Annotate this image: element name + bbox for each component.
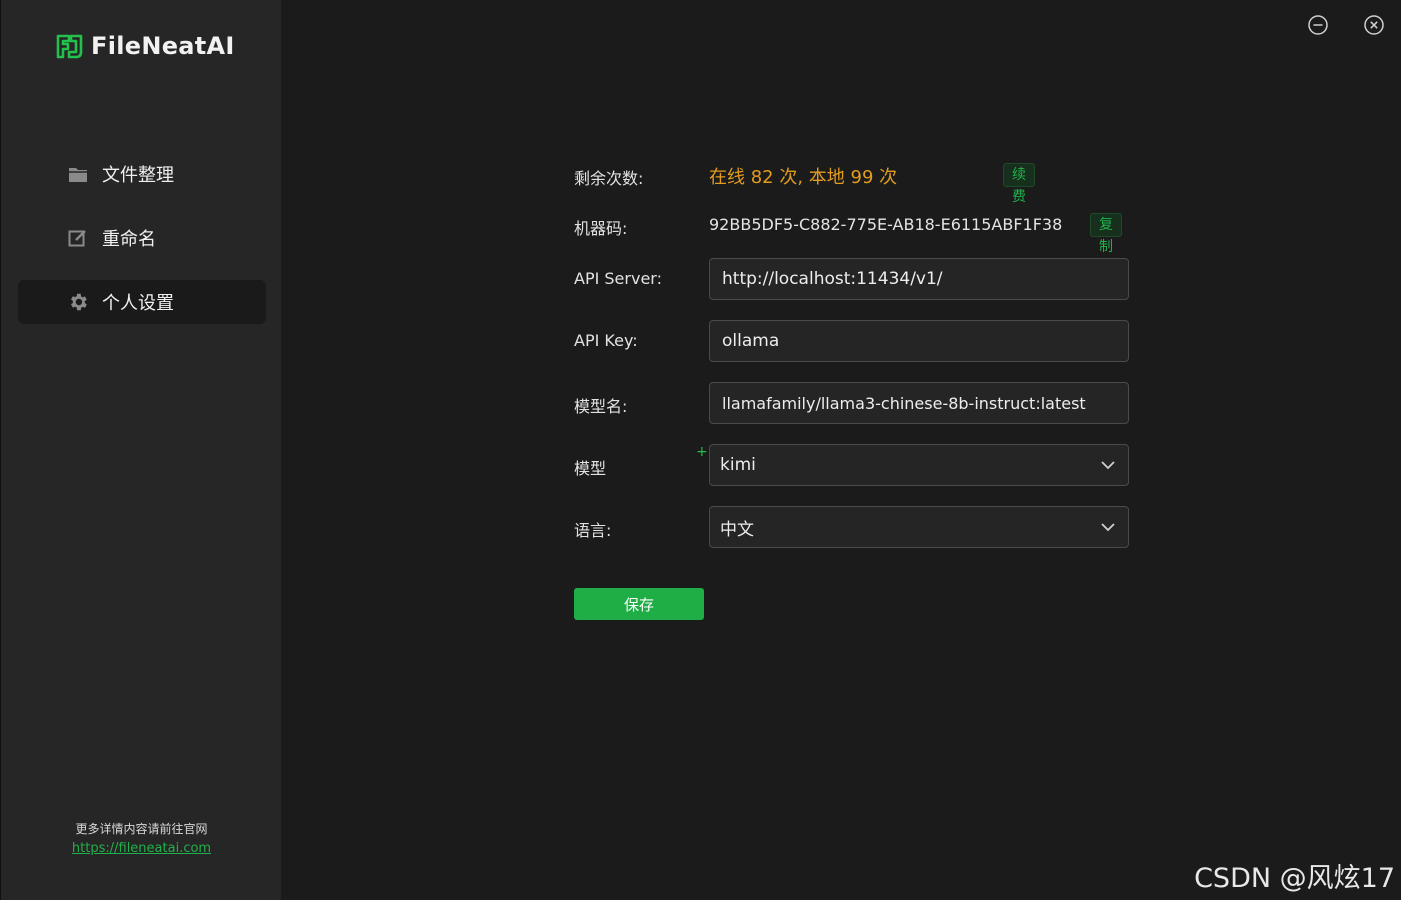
language-label: 语言: [574, 521, 612, 540]
app-name: FileNeatAI [91, 32, 235, 60]
model-select-value: kimi [720, 455, 756, 475]
footer-hint: 更多详情内容请前往官网 [75, 822, 208, 836]
api-key-label: API Key: [574, 331, 638, 350]
language-select[interactable]: 中文 [709, 506, 1129, 548]
required-mark: + [696, 444, 708, 460]
edit-icon [67, 227, 89, 249]
machine-code-value: 92BB5DF5-C882-775E-AB18-E6115ABF1F38 [709, 215, 1063, 234]
close-icon[interactable] [1363, 14, 1385, 36]
model-name-label: 模型名: [574, 397, 628, 416]
copy-button[interactable]: 复制 [1090, 213, 1122, 255]
website-link[interactable]: https://fileneatai.com [72, 841, 211, 856]
chevron-down-icon [1101, 461, 1115, 470]
api-server-input[interactable]: http://localhost:11434/v1/ [709, 258, 1129, 300]
logo-icon [56, 34, 83, 58]
minimize-icon[interactable] [1307, 14, 1329, 36]
sidebar-item-organize[interactable]: 文件整理 [18, 152, 266, 196]
model-select[interactable]: kimi [709, 444, 1129, 486]
model-name-input[interactable]: llamafamily/llama3-chinese-8b-instruct:l… [709, 382, 1129, 424]
sidebar-item-label: 文件整理 [102, 165, 174, 186]
sidebar-item-settings[interactable]: 个人设置 [18, 280, 266, 324]
sidebar-item-label: 个人设置 [102, 293, 174, 314]
app-logo: FileNeatAI [55, 32, 235, 60]
save-button[interactable]: 保存 [574, 588, 704, 620]
model-name-value: llamafamily/llama3-chinese-8b-instruct:l… [722, 393, 1086, 413]
watermark: CSDN @风炫17 [1194, 863, 1395, 894]
machine-code-label: 机器码: [574, 219, 628, 238]
sidebar-footer: 更多详情内容请前往官网 https://fileneatai.com [1, 820, 282, 856]
sidebar-item-label: 重命名 [102, 229, 156, 250]
api-server-value: http://localhost:11434/v1/ [722, 269, 943, 289]
language-select-value: 中文 [720, 519, 754, 540]
folder-icon [67, 163, 89, 185]
model-label: 模型 [574, 459, 607, 478]
sidebar-item-rename[interactable]: 重命名 [18, 216, 266, 260]
renew-button[interactable]: 续费 [1003, 163, 1035, 205]
api-server-label: API Server: [574, 269, 662, 288]
api-key-value: ollama [722, 331, 780, 351]
gear-icon [67, 291, 89, 313]
chevron-down-icon [1101, 523, 1115, 532]
api-key-input[interactable]: ollama [709, 320, 1129, 362]
quota-label: 剩余次数: [574, 169, 644, 188]
sidebar-nav: 文件整理 重命名 个人设置 [18, 152, 266, 344]
sidebar: FileNeatAI 文件整理 重命名 个人设置 更多详情内容请前往官网 htt… [0, 0, 281, 900]
quota-value: 在线 82 次, 本地 99 次 [709, 167, 898, 188]
